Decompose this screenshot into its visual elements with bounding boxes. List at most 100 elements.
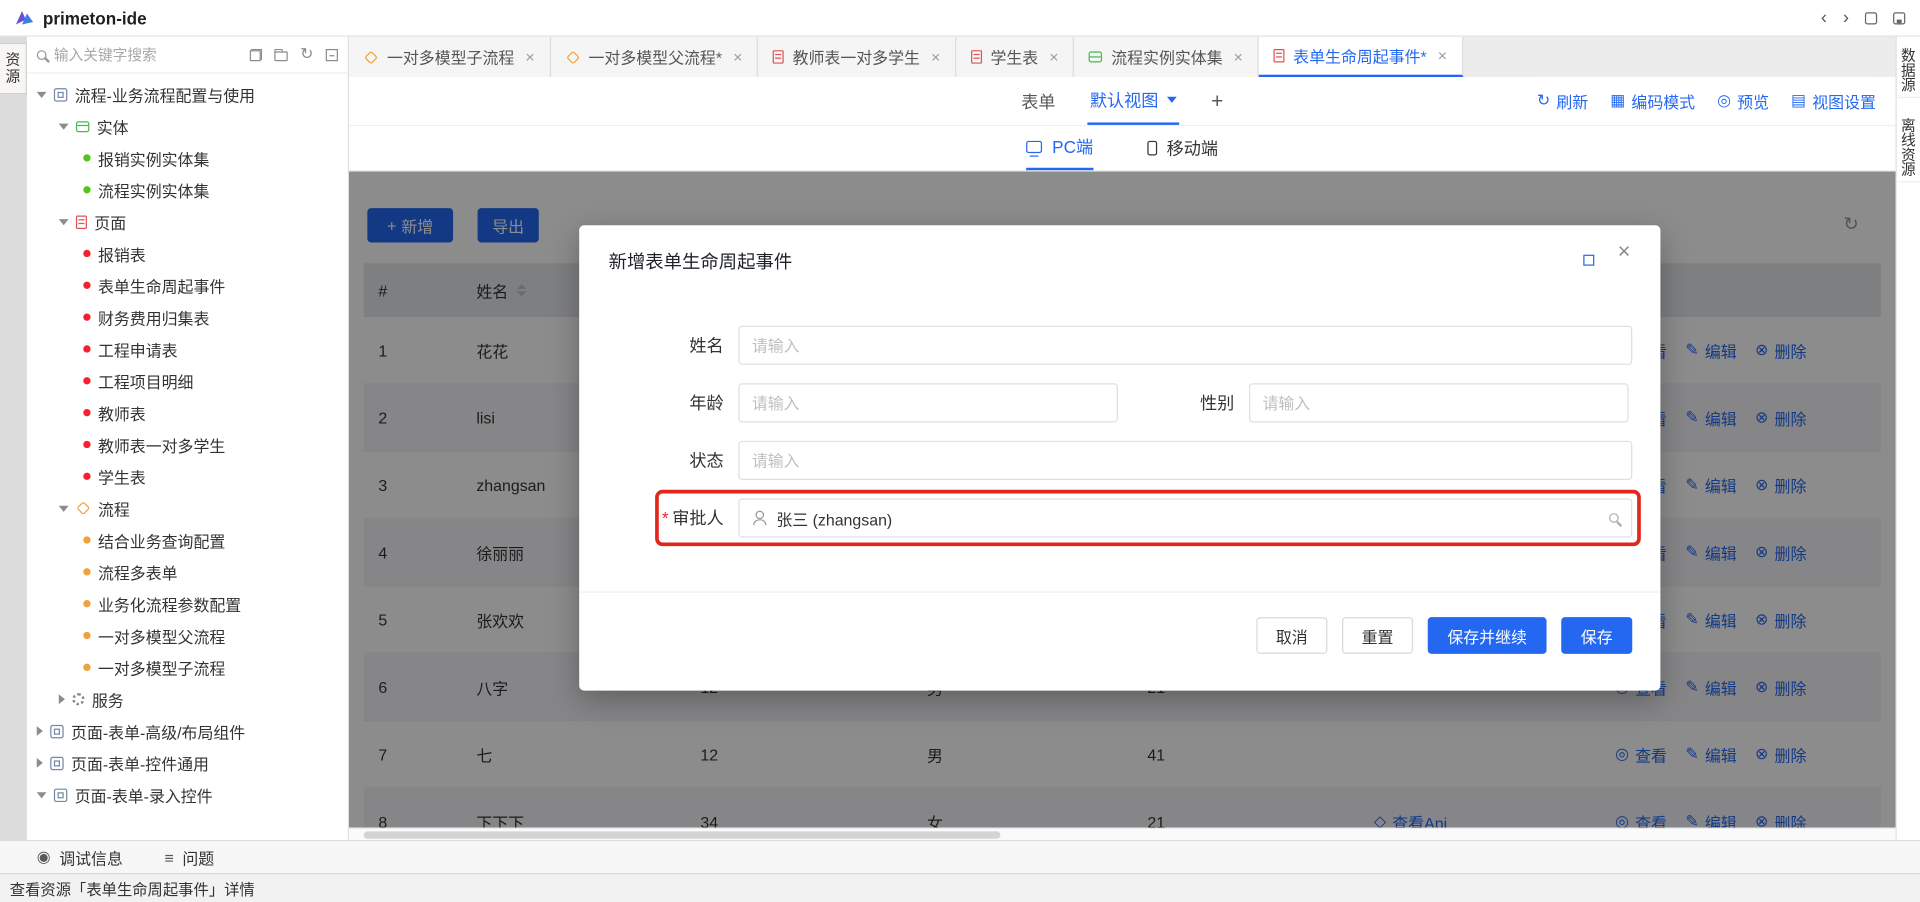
tree-item-label: 教师表一对多学生: [98, 433, 225, 456]
tree-item[interactable]: 工程申请表: [27, 333, 348, 365]
copy-icon[interactable]: [250, 48, 262, 60]
chevron-right-icon[interactable]: [59, 694, 65, 704]
resource-tree: 流程-业务流程配置与使用实体报销实例实体集流程实例实体集页面报销表表单生命周起事…: [27, 73, 348, 840]
tree-item[interactable]: 流程实例实体集: [27, 174, 348, 206]
search-icon[interactable]: [1609, 513, 1619, 523]
nav-back-icon[interactable]: ‹: [1821, 7, 1827, 28]
refresh-button[interactable]: ↻刷新: [1537, 89, 1588, 112]
nav-forward-icon[interactable]: ›: [1843, 7, 1849, 28]
tab-close-icon[interactable]: ×: [733, 48, 742, 66]
tree-item[interactable]: 业务化流程参数配置: [27, 588, 348, 620]
tree-item[interactable]: 实体: [27, 110, 348, 142]
editor-tab[interactable]: 教师表一对多学生×: [758, 37, 956, 77]
collapse-all-icon[interactable]: [326, 48, 338, 60]
tab-close-icon[interactable]: ×: [525, 48, 534, 66]
tree-item[interactable]: 教师表一对多学生: [27, 429, 348, 461]
tree-item[interactable]: 页面-表单-控件通用: [27, 747, 348, 779]
debug-icon: ◉: [37, 847, 51, 867]
tree-item[interactable]: 工程项目明细: [27, 365, 348, 397]
tab-close-icon[interactable]: ×: [1438, 47, 1447, 65]
problems-tab[interactable]: ≡ 问题: [165, 846, 215, 869]
code-mode-button[interactable]: ▦编码模式: [1610, 89, 1695, 112]
tree-item[interactable]: 流程-业务流程配置与使用: [27, 78, 348, 110]
editor-tab[interactable]: 一对多模型子流程×: [349, 37, 551, 77]
tree-item[interactable]: 财务费用归集表: [27, 301, 348, 333]
gender-input[interactable]: [1249, 383, 1629, 422]
tree-item[interactable]: 页面: [27, 206, 348, 238]
cancel-button[interactable]: 取消: [1256, 617, 1327, 654]
tree-item[interactable]: 结合业务查询配置: [27, 524, 348, 556]
fullscreen-icon[interactable]: [1583, 255, 1594, 266]
horizontal-scrollbar[interactable]: [349, 828, 1896, 840]
view-toolbar: 表单 默认视图 + ↻刷新 ▦编码模式 ◎预览 ▤视图设置: [349, 77, 1896, 126]
tab-close-icon[interactable]: ×: [1049, 48, 1058, 66]
status-dot: [83, 473, 90, 480]
side-panel-tab[interactable]: 数据源: [1896, 43, 1920, 98]
chevron-down-icon[interactable]: [37, 792, 47, 798]
search-input[interactable]: 输入关键字搜索 ↻: [27, 37, 348, 74]
tree-item[interactable]: 学生表: [27, 460, 348, 492]
tree-item[interactable]: 流程多表单: [27, 556, 348, 588]
chevron-right-icon[interactable]: [37, 758, 43, 768]
tree-item[interactable]: 一对多模型父流程: [27, 620, 348, 652]
save-icon[interactable]: [1893, 12, 1905, 24]
editor-tab-bar: 一对多模型子流程×一对多模型父流程*×教师表一对多学生×学生表×流程实例实体集×…: [349, 37, 1896, 77]
status-dot: [83, 250, 90, 257]
editor-tab[interactable]: 学生表×: [956, 37, 1074, 77]
status-input[interactable]: [738, 441, 1632, 480]
chevron-right-icon[interactable]: [37, 726, 43, 736]
folder-icon[interactable]: [274, 51, 287, 61]
default-view-tab[interactable]: 默认视图: [1087, 77, 1179, 125]
scrollbar-thumb[interactable]: [364, 831, 1001, 838]
monitor-icon: [1026, 141, 1042, 153]
tab-mobile[interactable]: 移动端: [1147, 126, 1218, 170]
save-button[interactable]: 保存: [1561, 617, 1632, 654]
side-panel-tab[interactable]: 离线资源: [1896, 113, 1920, 183]
reset-button[interactable]: 重置: [1342, 617, 1413, 654]
tree-item[interactable]: 教师表: [27, 397, 348, 429]
person-icon: [752, 511, 767, 526]
refresh-icon[interactable]: ↻: [300, 45, 313, 63]
status-dot: [83, 536, 90, 543]
chevron-down-icon[interactable]: [59, 219, 69, 225]
chevron-down-icon[interactable]: [59, 505, 69, 511]
approver-select[interactable]: 张三 (zhangsan): [738, 498, 1632, 537]
editor-tab[interactable]: 一对多模型父流程* ×: [551, 37, 759, 77]
gender-field-label: 性别: [1118, 391, 1234, 415]
search-icon: [37, 50, 47, 60]
view-settings-icon: ▤: [1791, 92, 1806, 110]
editor-tab[interactable]: 流程实例实体集×: [1074, 37, 1258, 77]
tree-item[interactable]: 报销实例实体集: [27, 142, 348, 174]
add-view-button[interactable]: +: [1211, 89, 1223, 113]
close-icon[interactable]: ×: [1618, 239, 1631, 265]
tree-item-label: 学生表: [98, 465, 146, 488]
app-logo-icon: [15, 8, 35, 28]
tree-item[interactable]: 页面-表单-高级/布局组件: [27, 715, 348, 747]
save-and-continue-button[interactable]: 保存并继续: [1428, 617, 1547, 654]
age-input[interactable]: [738, 383, 1118, 422]
form-tab[interactable]: 表单: [1021, 89, 1055, 113]
tree-item[interactable]: 流程: [27, 492, 348, 524]
editor-tab[interactable]: 表单生命周起事件*×: [1259, 37, 1463, 77]
name-input[interactable]: [738, 326, 1632, 365]
tree-item-label: 工程项目明细: [98, 369, 194, 392]
title-bar: primeton-ide ‹ ›: [0, 0, 1920, 37]
tab-close-icon[interactable]: ×: [931, 48, 940, 66]
tab-pc[interactable]: PC端: [1026, 126, 1093, 170]
view-settings-button[interactable]: ▤视图设置: [1791, 89, 1876, 112]
chevron-down-icon[interactable]: [59, 123, 69, 129]
tab-close-icon[interactable]: ×: [1234, 48, 1243, 66]
tree-item[interactable]: 页面-表单-录入控件: [27, 779, 348, 811]
service-icon: [72, 693, 84, 705]
tree-item[interactable]: 一对多模型子流程: [27, 651, 348, 683]
tree-item[interactable]: 服务: [27, 683, 348, 715]
window-icon[interactable]: [1865, 12, 1877, 24]
package-icon: [54, 788, 67, 801]
resources-panel-tab[interactable]: 资源: [0, 43, 27, 94]
tree-item[interactable]: 表单生命周起事件: [27, 269, 348, 301]
tree-item[interactable]: 报销表: [27, 238, 348, 270]
chevron-down-icon[interactable]: [37, 91, 47, 97]
debug-info-tab[interactable]: ◉ 调试信息: [37, 846, 123, 869]
preview-button[interactable]: ◎预览: [1717, 89, 1769, 112]
tab-label: 一对多模型父流程*: [589, 45, 723, 68]
